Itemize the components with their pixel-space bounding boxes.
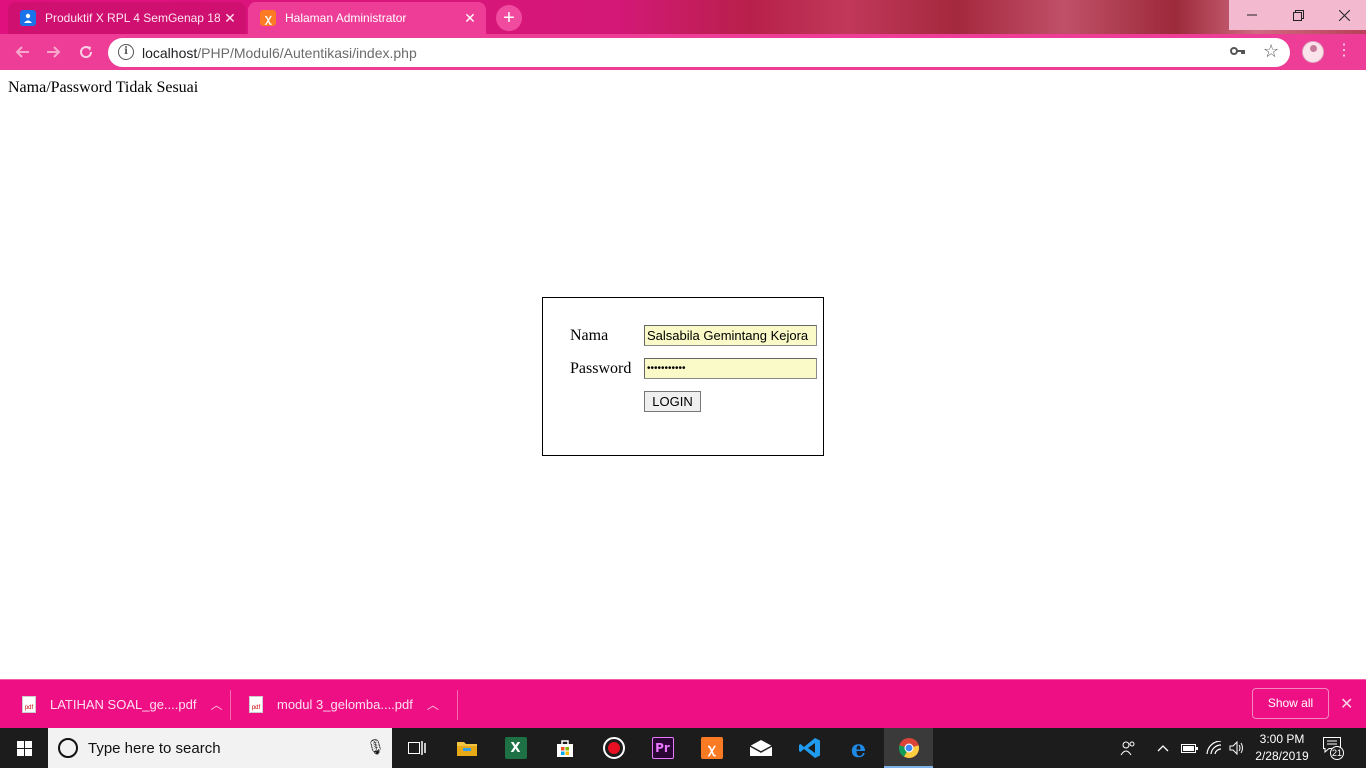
excel-icon[interactable]: X [491, 728, 540, 768]
error-message: Nama/Password Tidak Sesuai [8, 79, 199, 96]
close-icon[interactable]: ✕ [1340, 694, 1353, 714]
tab-produktif[interactable]: Produktif X RPL 4 SemGenap 181 ✕ [8, 2, 246, 34]
bookmark-star-icon[interactable]: ☆ [1263, 41, 1279, 62]
chevron-up-icon[interactable]: ︿ [210, 696, 222, 713]
download-filename: modul 3_gelomba....pdf [277, 697, 413, 712]
microphone-icon[interactable]: 🎙︎ [366, 738, 385, 756]
login-button[interactable]: LOGIN [644, 391, 701, 412]
clock-date: 2/28/2019 [1255, 749, 1309, 763]
clock-time: 3:00 PM [1259, 732, 1305, 746]
mail-icon[interactable] [736, 728, 785, 768]
classroom-icon [20, 10, 36, 26]
clock[interactable]: 3:00 PM 2/28/2019 [1250, 731, 1314, 765]
key-icon[interactable] [1230, 44, 1246, 60]
store-icon[interactable] [540, 728, 589, 768]
download-item[interactable]: pdf modul 3_gelomba....pdf ︿ [249, 680, 439, 729]
restore-button[interactable] [1275, 0, 1321, 30]
tab-halaman-administrator[interactable]: ꭓ Halaman Administrator ✕ [248, 2, 486, 34]
record-icon[interactable] [589, 728, 638, 768]
close-window-button[interactable] [1321, 0, 1366, 30]
pdf-file-icon: pdf [249, 696, 263, 713]
windows-taskbar: Type here to search 🎙︎ X Pr ꭓ e 3:00 PM … [0, 728, 1366, 768]
taskbar-search[interactable]: Type here to search 🎙︎ [48, 728, 392, 768]
cortana-icon [58, 738, 78, 758]
search-placeholder: Type here to search [88, 740, 221, 757]
divider [457, 690, 458, 720]
login-form: Nama Salsabila Gemintang Kejora Password… [542, 297, 824, 456]
volume-icon[interactable] [1229, 728, 1245, 768]
wifi-icon[interactable] [1206, 728, 1222, 768]
minimize-button[interactable] [1229, 0, 1275, 30]
browser-toolbar: i localhost/PHP/Modul6/Autentikasi/index… [0, 34, 1366, 70]
download-filename: LATIHAN SOAL_ge....pdf [50, 697, 197, 712]
close-tab-icon[interactable]: ✕ [460, 8, 480, 28]
more-menu-icon[interactable]: ⋮ [1336, 40, 1352, 60]
address-bar[interactable]: i localhost/PHP/Modul6/Autentikasi/index… [108, 38, 1290, 67]
start-button[interactable] [0, 728, 48, 768]
password-label: Password [570, 360, 632, 377]
divider [230, 690, 231, 720]
back-arrow-icon[interactable] [8, 38, 36, 66]
page-content: Nama/Password Tidak Sesuai Nama Salsabil… [0, 70, 1366, 679]
chevron-up-icon[interactable]: ︿ [427, 696, 439, 713]
downloads-shelf: pdf LATIHAN SOAL_ge....pdf ︿ pdf modul 3… [0, 679, 1366, 728]
task-view-icon[interactable] [392, 728, 441, 768]
people-icon[interactable] [1120, 728, 1136, 768]
tab-title: Halaman Administrator [285, 11, 407, 25]
info-icon[interactable]: i [118, 44, 134, 60]
windows-logo-icon [16, 740, 32, 756]
vscode-icon[interactable] [785, 728, 834, 768]
chevron-up-icon[interactable] [1157, 728, 1169, 768]
edge-icon[interactable]: e [834, 728, 883, 768]
notification-count-badge: 21 [1330, 746, 1344, 760]
tab-title: Produktif X RPL 4 SemGenap 181 [45, 11, 220, 25]
download-item[interactable]: pdf LATIHAN SOAL_ge....pdf ︿ [22, 680, 222, 729]
xampp-icon[interactable]: ꭓ [687, 728, 736, 768]
chrome-icon[interactable] [884, 728, 933, 768]
browser-tab-strip: Produktif X RPL 4 SemGenap 181 ✕ ꭓ Halam… [0, 0, 1366, 34]
show-all-button[interactable]: Show all [1252, 688, 1329, 719]
forward-arrow-icon[interactable] [40, 38, 68, 66]
nama-label: Nama [570, 327, 609, 344]
new-tab-button[interactable]: + [496, 5, 522, 31]
reload-icon[interactable] [72, 38, 100, 66]
profile-avatar[interactable] [1302, 41, 1324, 63]
xampp-icon: ꭓ [260, 10, 276, 26]
pdf-file-icon: pdf [22, 696, 36, 713]
battery-icon[interactable] [1181, 728, 1199, 768]
file-explorer-icon[interactable] [442, 728, 491, 768]
premiere-icon[interactable]: Pr [638, 728, 687, 768]
url-text: localhost/PHP/Modul6/Autentikasi/index.p… [142, 45, 417, 61]
notification-center-icon[interactable]: 21 [1323, 737, 1345, 760]
close-tab-icon[interactable]: ✕ [220, 8, 240, 28]
password-input[interactable]: ••••••••••• [644, 358, 817, 379]
nama-input[interactable]: Salsabila Gemintang Kejora [644, 325, 817, 346]
